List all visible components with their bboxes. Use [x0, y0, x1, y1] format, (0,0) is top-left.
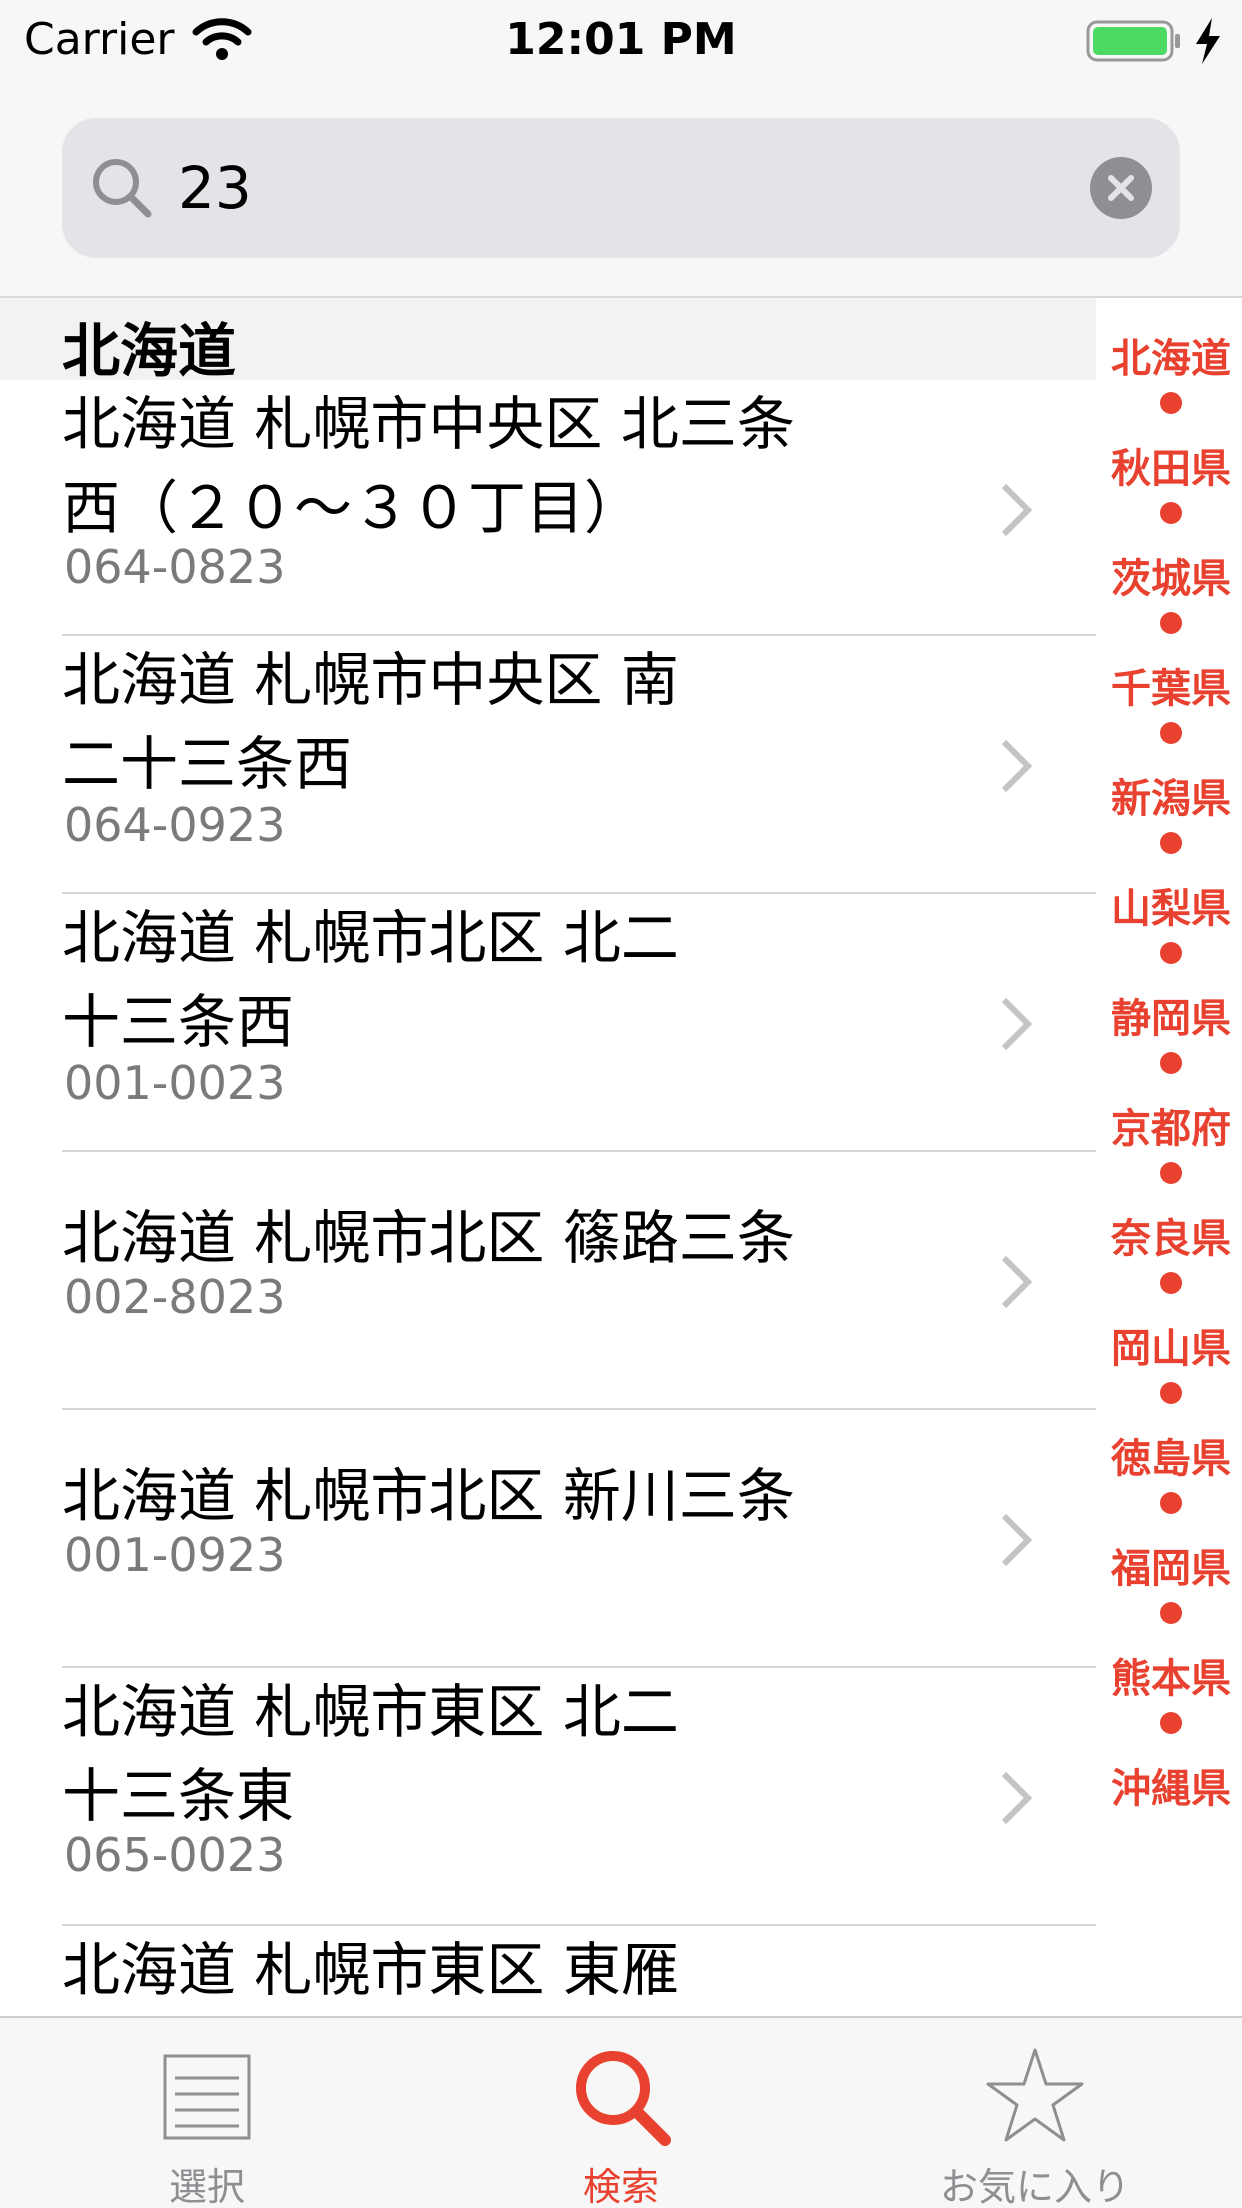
index-dot: [1160, 942, 1182, 964]
index-dot: [1160, 1272, 1182, 1294]
index-dot: [1160, 1382, 1182, 1404]
chevron-right-icon: [1001, 1771, 1033, 1825]
result-zip: 002-8023: [64, 1270, 286, 1324]
charging-icon: [1196, 18, 1220, 64]
result-address: 北海道 札幌市中央区 南 二十三条西: [62, 646, 679, 798]
index-item[interactable]: 福岡県: [1100, 1536, 1242, 1594]
tab-search[interactable]: 検索: [414, 2018, 828, 2208]
index-item[interactable]: 山梨県: [1100, 876, 1242, 934]
index-item[interactable]: 静岡県: [1100, 986, 1242, 1044]
tab-bar: 選択 検索 お気に入り: [0, 2016, 1242, 2208]
index-item[interactable]: 奈良県: [1100, 1206, 1242, 1264]
result-row[interactable]: 北海道 札幌市中央区 北三条 西（２０～３０丁目） 064-0823: [0, 380, 1096, 636]
search-input[interactable]: [178, 144, 1078, 232]
search-bar[interactable]: [62, 118, 1180, 258]
result-address: 北海道 札幌市北区 新川三条: [62, 1462, 795, 1530]
result-address: 北海道 札幌市東区 北二 十三条東: [62, 1678, 679, 1830]
index-item[interactable]: 茨城県: [1100, 546, 1242, 604]
section-header: 北海道: [0, 298, 1096, 385]
index-dot: [1160, 612, 1182, 634]
search-icon: [576, 2051, 671, 2146]
clock: 12:01 PM: [505, 14, 737, 65]
clear-icon[interactable]: [1090, 157, 1152, 219]
chevron-right-icon: [1001, 997, 1033, 1051]
result-address: 北海道 札幌市北区 篠路三条: [62, 1204, 795, 1272]
tab-favorites[interactable]: お気に入り: [828, 2018, 1242, 2208]
result-zip: 064-0923: [64, 798, 286, 852]
result-row[interactable]: 北海道 札幌市北区 篠路三条 002-8023: [0, 1152, 1096, 1410]
index-item[interactable]: 北海道: [1100, 326, 1242, 384]
index-item[interactable]: 秋田県: [1100, 436, 1242, 494]
index-item[interactable]: 熊本県: [1100, 1646, 1242, 1704]
result-row[interactable]: 北海道 札幌市東区 東雁: [0, 1926, 1096, 2016]
result-address: 北海道 札幌市中央区 北三条 西（２０～３０丁目）: [62, 390, 795, 542]
index-item[interactable]: 岡山県: [1100, 1316, 1242, 1374]
results-list[interactable]: 北海道 北海道 札幌市中央区 北三条 西（２０～３０丁目） 064-0823 北…: [0, 298, 1242, 2016]
result-zip: 001-0923: [64, 1528, 286, 1582]
star-icon: [986, 2048, 1084, 2142]
index-item[interactable]: 沖縄県: [1100, 1756, 1242, 1814]
result-row[interactable]: 北海道 札幌市東区 北二 十三条東 065-0023: [0, 1668, 1096, 1926]
search-icon: [93, 159, 152, 218]
tab-label: 選択: [168, 2165, 245, 2208]
index-dot: [1160, 832, 1182, 854]
section-title: 北海道: [62, 317, 237, 385]
index-item[interactable]: 千葉県: [1100, 656, 1242, 714]
chevron-right-icon: [1001, 1255, 1033, 1309]
result-row[interactable]: 北海道 札幌市中央区 南 二十三条西 064-0923: [0, 636, 1096, 894]
index-dot: [1160, 392, 1182, 414]
chevron-right-icon: [1001, 483, 1033, 537]
battery-icon: [1086, 20, 1180, 62]
search-header: [0, 84, 1242, 298]
status-bar: Carrier 12:01 PM: [0, 0, 1242, 84]
result-zip: 001-0023: [64, 1056, 286, 1110]
tab-select[interactable]: 選択: [0, 2018, 414, 2208]
tab-label: お気に入り: [939, 2165, 1130, 2208]
result-row[interactable]: 北海道 札幌市北区 北二 十三条西 001-0023: [0, 894, 1096, 1152]
result-row[interactable]: 北海道 札幌市北区 新川三条 001-0923: [0, 1410, 1096, 1668]
index-item[interactable]: 徳島県: [1100, 1426, 1242, 1484]
index-dot: [1160, 1162, 1182, 1184]
chevron-right-icon: [1001, 739, 1033, 793]
result-zip: 064-0823: [64, 540, 286, 594]
list-icon: [163, 2054, 251, 2140]
result-address: 北海道 札幌市北区 北二 十三条西: [62, 904, 679, 1056]
chevron-right-icon: [1001, 1513, 1033, 1567]
index-dot: [1160, 502, 1182, 524]
index-item[interactable]: 新潟県: [1100, 766, 1242, 824]
index-dot: [1160, 1492, 1182, 1514]
index-dot: [1160, 722, 1182, 744]
tab-label: 検索: [582, 2165, 659, 2208]
index-dot: [1160, 1052, 1182, 1074]
result-zip: 065-0023: [64, 1828, 286, 1882]
index-dot: [1160, 1712, 1182, 1734]
index-dot: [1160, 1602, 1182, 1624]
result-address: 北海道 札幌市東区 東雁: [62, 1936, 679, 2004]
section-index[interactable]: 北海道 秋田県 茨城県 千葉県 新潟県 山梨県 静岡県 京都府 奈良県 岡山県 …: [1100, 298, 1242, 1812]
index-item[interactable]: 京都府: [1100, 1096, 1242, 1154]
